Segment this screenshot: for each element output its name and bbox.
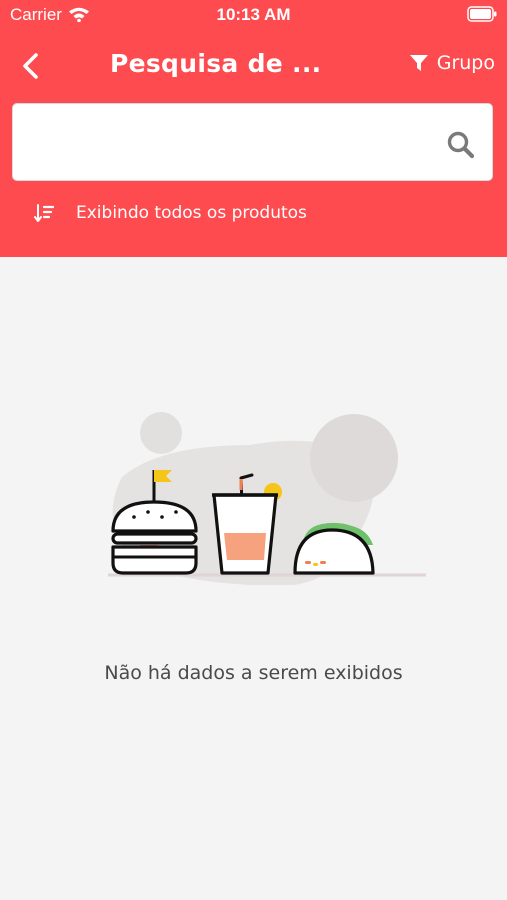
sort-label: Exibindo todos os produtos	[76, 203, 307, 223]
header: Carrier 10:13 AM Pesquisa de ... Grupo E…	[0, 0, 507, 257]
sort-descending-icon	[34, 204, 54, 222]
page-title: Pesquisa de ...	[110, 49, 322, 78]
search-icon[interactable]	[446, 130, 476, 164]
group-filter-label: Grupo	[436, 52, 495, 74]
battery-icon	[467, 6, 497, 26]
sort-toggle[interactable]: Exibindo todos os produtos	[34, 203, 307, 223]
clock: 10:13 AM	[216, 5, 291, 24]
empty-state-message: Não há dados a serem exibidos	[104, 662, 403, 684]
nav-bar: Pesquisa de ... Grupo	[0, 40, 507, 92]
back-chevron-icon	[23, 53, 38, 79]
status-bar: Carrier 10:13 AM	[0, 0, 507, 32]
empty-state-illustration	[100, 405, 430, 589]
group-filter-button[interactable]: Grupo	[409, 52, 495, 74]
filter-funnel-icon	[409, 55, 428, 71]
search-input[interactable]	[25, 122, 439, 164]
back-button[interactable]	[16, 50, 48, 82]
search-box[interactable]	[12, 103, 493, 181]
